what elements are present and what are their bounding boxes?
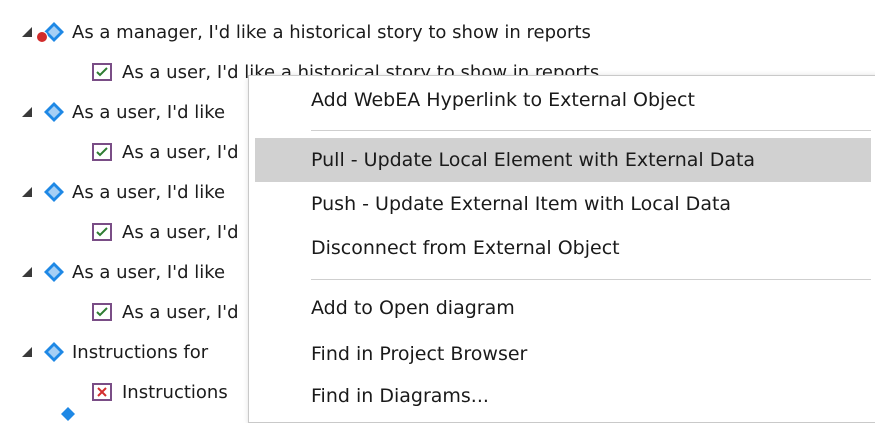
requirement-diamond-icon <box>44 102 64 122</box>
check-status-icon <box>92 63 112 81</box>
menu-item-label: Pull - Update Local Element with Externa… <box>311 149 756 171</box>
tree-row-parent[interactable]: As a manager, I'd like a historical stor… <box>20 15 591 49</box>
menu-item-add-webea-hyperlink[interactable]: Add WebEA Hyperlink to External Object <box>255 78 871 122</box>
requirement-diamond-icon <box>44 342 64 362</box>
requirement-diamond-icon <box>36 22 64 43</box>
check-status-icon <box>92 303 112 321</box>
expand-triangle-icon[interactable] <box>20 105 34 119</box>
menu-separator <box>311 279 871 280</box>
tree-row-child[interactable]: As a user, I'd <box>92 135 239 169</box>
expand-triangle-icon[interactable] <box>20 345 34 359</box>
tree-row-child[interactable]: As a user, I'd <box>92 215 239 249</box>
context-menu: Add WebEA Hyperlink to External Object P… <box>248 75 875 423</box>
menu-item-find-in-diagrams[interactable]: Find in Diagrams... <box>255 374 871 418</box>
check-status-icon <box>92 223 112 241</box>
tree-row-label: As a manager, I'd like a historical stor… <box>72 21 591 43</box>
menu-item-label: Find in Project Browser <box>311 343 528 365</box>
tree-row-parent[interactable]: Instructions for <box>20 335 208 369</box>
tree-row-parent[interactable]: As a user, I'd like <box>20 175 225 209</box>
menu-item-pull-update[interactable]: Pull - Update Local Element with Externa… <box>255 138 871 182</box>
menu-item-find-in-project-browser[interactable]: Find in Project Browser <box>255 332 871 376</box>
menu-item-label: Find in Diagrams... <box>311 385 489 407</box>
tree-row-child[interactable]: As a user, I'd <box>92 295 239 329</box>
tree-row-label: As a user, I'd <box>122 221 239 243</box>
alert-icon <box>36 31 48 43</box>
menu-item-label: Add WebEA Hyperlink to External Object <box>311 89 695 111</box>
menu-separator <box>311 130 871 131</box>
tree-row-parent[interactable]: As a user, I'd like <box>20 255 225 289</box>
menu-item-label: Disconnect from External Object <box>311 237 620 259</box>
tree-row-label: As a user, I'd like <box>72 181 226 203</box>
tree-row-label: As a user, I'd like <box>72 261 226 283</box>
menu-item-disconnect[interactable]: Disconnect from External Object <box>255 226 871 270</box>
requirement-diamond-icon <box>61 407 75 421</box>
tree-row-label: Instructions <box>122 381 228 403</box>
menu-item-add-to-open-diagram[interactable]: Add to Open diagram <box>255 286 871 330</box>
expand-triangle-icon[interactable] <box>20 25 34 39</box>
tree-row-label: As a user, I'd like <box>72 101 226 123</box>
x-status-icon <box>92 383 112 401</box>
tree-row-label: Instructions for <box>72 341 209 363</box>
expand-triangle-icon[interactable] <box>20 185 34 199</box>
requirement-diamond-icon <box>44 182 64 202</box>
menu-item-label: Push - Update External Item with Local D… <box>311 193 732 215</box>
tree-row-label: As a user, I'd <box>122 301 239 323</box>
menu-item-push-update[interactable]: Push - Update External Item with Local D… <box>255 182 871 226</box>
tree-row-label: As a user, I'd <box>122 141 239 163</box>
tree-row-partial[interactable] <box>60 407 76 421</box>
check-status-icon <box>92 143 112 161</box>
requirement-diamond-icon <box>44 262 64 282</box>
menu-item-label: Add to Open diagram <box>311 297 515 319</box>
tree-row-child[interactable]: Instructions <box>92 375 228 409</box>
expand-triangle-icon[interactable] <box>20 265 34 279</box>
tree-row-parent[interactable]: As a user, I'd like <box>20 95 225 129</box>
